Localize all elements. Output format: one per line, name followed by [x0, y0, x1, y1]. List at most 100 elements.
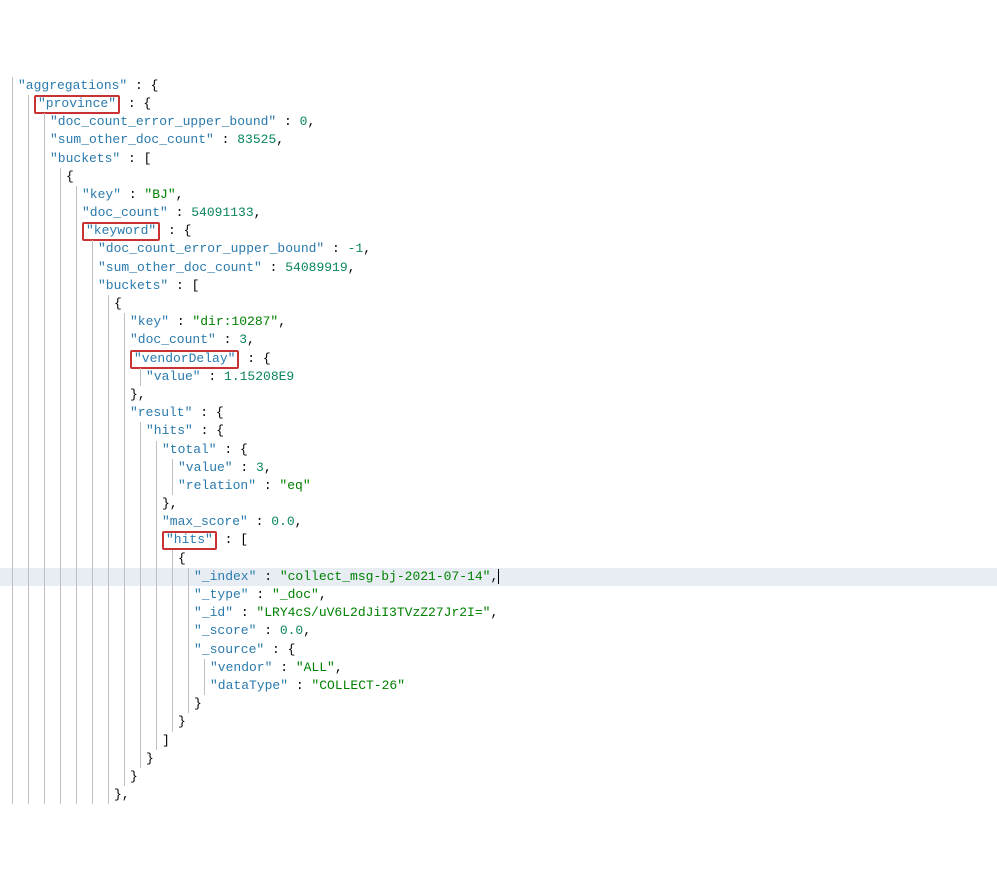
indent-guide — [12, 131, 13, 149]
json-token: 0.0 — [280, 623, 303, 638]
json-token: : — [324, 241, 347, 256]
json-token: , — [307, 114, 315, 129]
code-line[interactable]: "sum_other_doc_count" : 83525, — [0, 131, 997, 149]
indent-guide — [140, 513, 141, 531]
code-line[interactable]: "doc_count_error_upper_bound" : -1, — [0, 240, 997, 258]
json-token: , — [490, 605, 498, 620]
highlight-box: "hits" — [162, 531, 217, 550]
code-line[interactable]: "key" : "BJ", — [0, 186, 997, 204]
line-content: "_score" : 0.0, — [6, 623, 311, 638]
json-token: : { — [217, 442, 248, 457]
indent-guide — [28, 168, 29, 186]
json-token: : — [256, 623, 279, 638]
json-token: : [ — [120, 151, 151, 166]
code-line[interactable]: "province" : { — [0, 95, 997, 113]
json-token: : — [214, 132, 237, 147]
indent-guide — [12, 495, 13, 513]
code-line[interactable]: "buckets" : [ — [0, 277, 997, 295]
indent-guide — [156, 550, 157, 568]
json-token: "keyword" — [86, 223, 156, 238]
indent-guide — [28, 222, 29, 240]
line-content: "dataType" : "COLLECT-26" — [6, 678, 405, 693]
code-line[interactable]: "key" : "dir:10287", — [0, 313, 997, 331]
json-token: { — [114, 296, 122, 311]
line-content: "key" : "dir:10287", — [6, 314, 286, 329]
indent-guide — [44, 732, 45, 750]
indent-guide — [172, 695, 173, 713]
indent-guide — [60, 313, 61, 331]
code-line[interactable]: "aggregations" : { — [0, 77, 997, 95]
code-line[interactable]: "max_score" : 0.0, — [0, 513, 997, 531]
indent-guide — [92, 295, 93, 313]
code-line[interactable]: "value" : 3, — [0, 459, 997, 477]
indent-guide — [76, 350, 77, 368]
code-line[interactable]: } — [0, 768, 997, 786]
indent-guide — [28, 695, 29, 713]
indent-guide — [28, 331, 29, 349]
indent-guide — [44, 422, 45, 440]
indent-guide — [140, 441, 141, 459]
code-line[interactable]: "dataType" : "COLLECT-26" — [0, 677, 997, 695]
code-line[interactable]: } — [0, 695, 997, 713]
indent-guide — [140, 422, 141, 440]
indent-guide — [60, 768, 61, 786]
code-line[interactable]: "doc_count" : 54091133, — [0, 204, 997, 222]
indent-guide — [60, 659, 61, 677]
indent-guide — [28, 768, 29, 786]
json-token: "value" — [178, 460, 233, 475]
code-line[interactable]: "keyword" : { — [0, 222, 997, 240]
json-token: "_index" — [194, 569, 256, 584]
indent-guide — [108, 531, 109, 549]
code-line[interactable]: "doc_count_error_upper_bound" : 0, — [0, 113, 997, 131]
code-line[interactable]: "relation" : "eq" — [0, 477, 997, 495]
indent-guide — [92, 732, 93, 750]
code-line[interactable]: "buckets" : [ — [0, 150, 997, 168]
indent-guide — [172, 622, 173, 640]
code-line[interactable]: "doc_count" : 3, — [0, 331, 997, 349]
code-line[interactable]: } — [0, 750, 997, 768]
indent-guide — [156, 441, 157, 459]
code-line[interactable]: "_id" : "LRY4cS/uV6L2dJiI3TVzZ27Jr2I=", — [0, 604, 997, 622]
line-content: "result" : { — [6, 405, 224, 420]
indent-guide — [108, 732, 109, 750]
code-line[interactable]: "result" : { — [0, 404, 997, 422]
indent-guide — [60, 222, 61, 240]
code-line[interactable]: ] — [0, 732, 997, 750]
code-line[interactable]: "_index" : "collect_msg-bj-2021-07-14", — [0, 568, 997, 586]
json-token: : — [233, 605, 256, 620]
code-line[interactable]: "hits" : [ — [0, 531, 997, 549]
json-token: "result" — [130, 405, 192, 420]
code-line[interactable]: { — [0, 168, 997, 186]
indent-guide — [108, 768, 109, 786]
code-line[interactable]: "_type" : "_doc", — [0, 586, 997, 604]
code-line[interactable]: { — [0, 295, 997, 313]
code-line[interactable]: "hits" : { — [0, 422, 997, 440]
code-line[interactable]: } — [0, 713, 997, 731]
json-token: { — [178, 551, 186, 566]
code-line[interactable]: }, — [0, 786, 997, 804]
code-line[interactable]: "value" : 1.15208E9 — [0, 368, 997, 386]
code-line[interactable]: { — [0, 550, 997, 568]
indent-guide — [28, 422, 29, 440]
code-line[interactable]: "vendorDelay" : { — [0, 350, 997, 368]
code-line[interactable]: "sum_other_doc_count" : 54089919, — [0, 259, 997, 277]
json-token: "value" — [146, 369, 201, 384]
json-token: "_type" — [194, 587, 249, 602]
code-line[interactable]: "vendor" : "ALL", — [0, 659, 997, 677]
code-line[interactable]: }, — [0, 495, 997, 513]
indent-guide — [28, 313, 29, 331]
indent-guide — [44, 331, 45, 349]
indent-guide — [108, 477, 109, 495]
code-line[interactable]: "_score" : 0.0, — [0, 622, 997, 640]
line-content: "relation" : "eq" — [6, 478, 311, 493]
indent-guide — [108, 550, 109, 568]
indent-guide — [140, 695, 141, 713]
code-line[interactable]: "_source" : { — [0, 641, 997, 659]
code-line[interactable]: "total" : { — [0, 441, 997, 459]
indent-guide — [60, 568, 61, 586]
indent-guide — [108, 513, 109, 531]
indent-guide — [44, 641, 45, 659]
line-content: "_type" : "_doc", — [6, 587, 327, 602]
line-content: "max_score" : 0.0, — [6, 514, 302, 529]
code-line[interactable]: }, — [0, 386, 997, 404]
